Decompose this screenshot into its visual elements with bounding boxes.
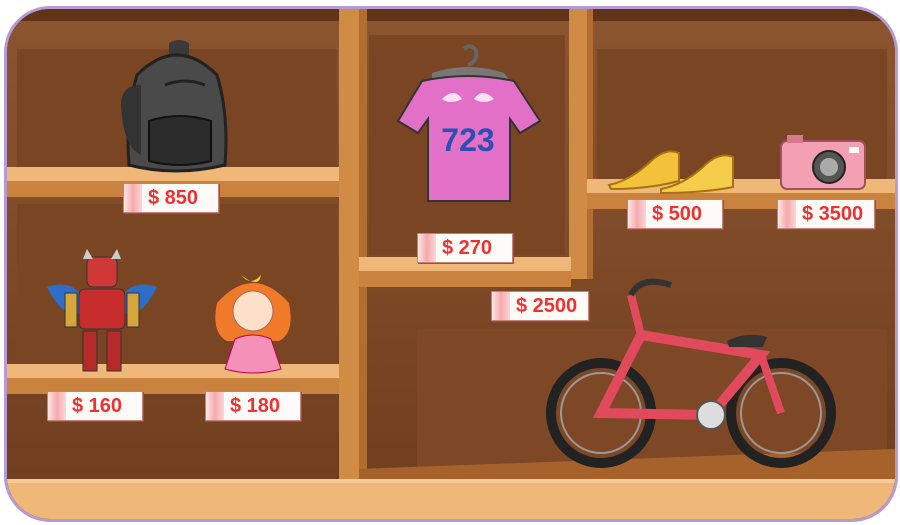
backpack-icon[interactable] [107, 35, 247, 175]
price-label: $ 850 [148, 186, 199, 209]
price-tag-backpack: $ 850 [123, 183, 219, 213]
camera-icon[interactable] [779, 133, 869, 191]
price-label: $ 160 [72, 394, 123, 417]
price-label: $ 3500 [802, 202, 864, 225]
price-tag-bicycle: $ 2500 [491, 291, 589, 321]
shoes-icon[interactable] [605, 135, 745, 195]
doll-icon[interactable] [207, 269, 297, 379]
price-label: $ 500 [652, 202, 703, 225]
t-shirt-icon[interactable]: 723 [392, 43, 542, 213]
price-tag-robot: $ 160 [47, 391, 143, 421]
price-tag-doll: $ 180 [205, 391, 301, 421]
price-label: $ 180 [230, 394, 281, 417]
bicycle-icon[interactable] [531, 245, 851, 475]
robot-toy-icon[interactable] [37, 247, 167, 377]
shop-frame: 723 $ 850 $ 270 $ 500 $ 3500 $ 160 $ 180… [4, 6, 898, 522]
price-label: $ 270 [442, 236, 493, 259]
price-label: $ 2500 [516, 294, 578, 317]
price-tag-camera: $ 3500 [777, 199, 875, 229]
price-tag-t-shirt: $ 270 [417, 233, 513, 263]
price-tag-shoes: $ 500 [627, 199, 723, 229]
shirt-number: 723 [441, 122, 494, 158]
